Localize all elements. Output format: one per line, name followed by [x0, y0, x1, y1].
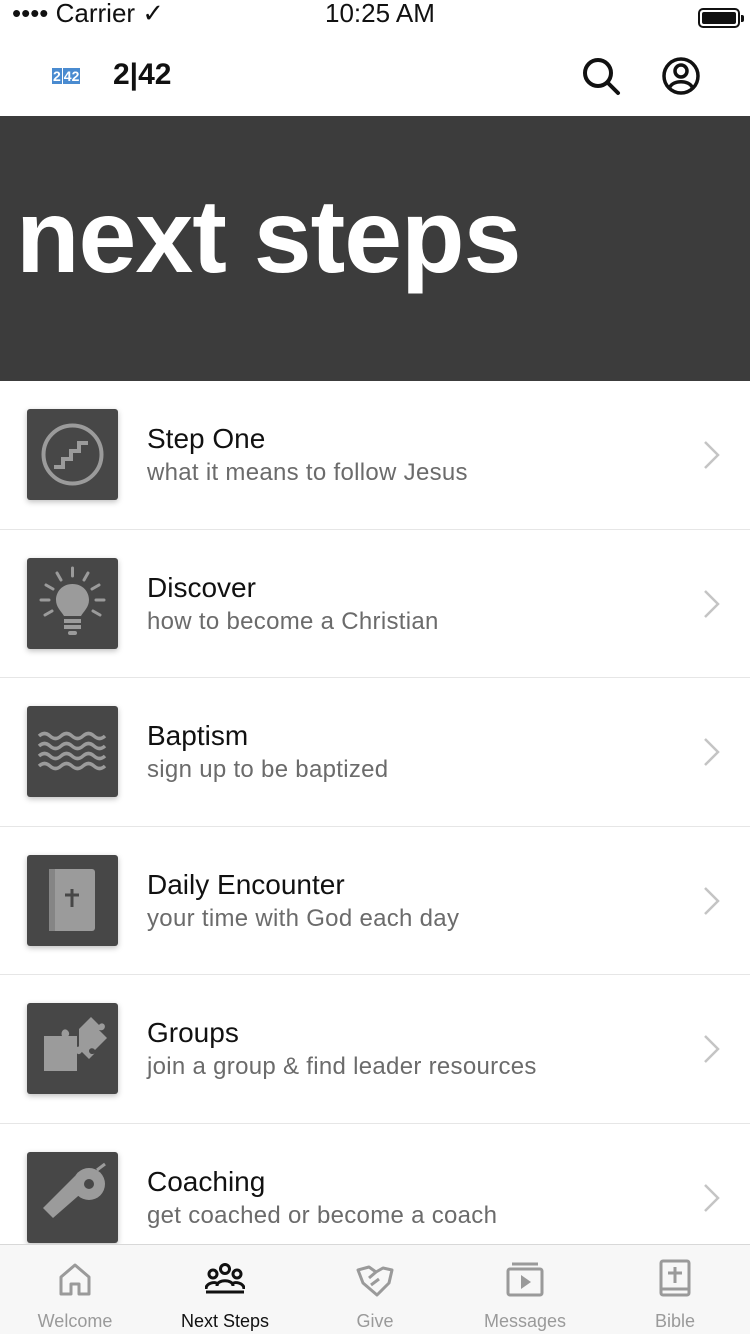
tab-messages[interactable]: Messages: [450, 1245, 600, 1334]
whistle-icon: [43, 1162, 106, 1218]
status-time: 10:25 AM: [325, 0, 435, 28]
people-icon: [205, 1263, 245, 1294]
water-waves-icon: [37, 731, 107, 771]
tab-bible[interactable]: Bible: [600, 1245, 750, 1334]
status-bar: •••• Carrier ✓ 10:25 AM: [0, 0, 750, 36]
puzzle-icon: [44, 1017, 107, 1071]
baptism-thumbnail: [27, 706, 118, 797]
app-logo: 2 42: [52, 68, 81, 84]
chevron-right-icon: [704, 589, 720, 618]
home-icon: [59, 1263, 91, 1296]
tab-next-steps[interactable]: Next Steps: [150, 1245, 300, 1334]
list-item-title: Coaching: [147, 1165, 266, 1197]
list-item-subtitle: get coached or become a coach: [147, 1201, 498, 1229]
user-circle-icon: [662, 57, 700, 95]
stairs-icon: [41, 423, 104, 486]
list-item-subtitle: sign up to be baptized: [147, 756, 389, 783]
step-one-thumbnail: [27, 409, 118, 500]
chevron-right-icon: [704, 1183, 720, 1212]
bible-icon: [49, 868, 95, 931]
tab-label: Bible: [654, 1311, 696, 1331]
groups-thumbnail: [27, 1003, 118, 1094]
tab-label: Next Steps: [180, 1311, 270, 1331]
list-item-title: Daily Encounter: [147, 868, 345, 900]
discover-thumbnail: [27, 557, 118, 649]
list-item-subtitle: what it means to follow Jesus: [147, 459, 468, 486]
battery-icon: [698, 8, 744, 28]
search-icon: [583, 58, 620, 95]
list-item-groups[interactable]: Groups join a group & find leader resour…: [0, 975, 750, 1124]
carrier-label: •••• Carrier ✓: [12, 0, 165, 28]
bible-cross-icon: [659, 1259, 691, 1297]
app-header: 2 42 2|42: [0, 36, 750, 116]
list-item-title: Discover: [147, 571, 256, 603]
list-item-discover[interactable]: Discover how to become a Christian: [0, 529, 750, 678]
list-item-step-one[interactable]: Step One what it means to follow Jesus: [0, 381, 750, 530]
profile-button[interactable]: [661, 56, 701, 96]
tab-bar: Welcome Next Steps Give Messages Bible: [0, 1244, 750, 1334]
logo-left: 2: [52, 68, 62, 84]
list-item-subtitle: how to become a Christian: [147, 607, 439, 635]
app-name: 2|42: [113, 58, 172, 91]
tab-label: Messages: [483, 1311, 567, 1331]
list-item-title: Step One: [147, 423, 266, 454]
handshake-icon: [356, 1265, 394, 1297]
video-play-icon: [506, 1262, 544, 1297]
chevron-right-icon: [704, 738, 720, 766]
list-item-title: Groups: [147, 1017, 239, 1048]
list-item-baptism[interactable]: Baptism sign up to be baptized: [0, 678, 750, 827]
hero-title: next steps: [16, 179, 521, 295]
chevron-right-icon: [704, 1035, 720, 1063]
list-item-subtitle: join a group & find leader resources: [147, 1053, 537, 1080]
search-button[interactable]: [581, 56, 621, 96]
tab-give[interactable]: Give: [300, 1245, 450, 1334]
tab-label: Give: [356, 1311, 394, 1331]
hero-banner: next steps: [0, 116, 750, 381]
logo-right: 42: [62, 68, 81, 84]
chevron-right-icon: [704, 441, 720, 469]
lightbulb-icon: [39, 566, 106, 635]
next-steps-list: Step One what it means to follow Jesus D…: [0, 381, 750, 1272]
tab-welcome[interactable]: Welcome: [0, 1245, 150, 1334]
chevron-right-icon: [704, 886, 720, 915]
coaching-thumbnail: [27, 1151, 118, 1243]
list-item-subtitle: your time with God each day: [147, 904, 460, 932]
tab-label: Welcome: [37, 1311, 113, 1331]
list-item-title: Baptism: [147, 720, 249, 751]
list-item-daily-encounter[interactable]: Daily Encounter your time with God each …: [0, 826, 750, 975]
daily-encounter-thumbnail: [27, 854, 118, 946]
